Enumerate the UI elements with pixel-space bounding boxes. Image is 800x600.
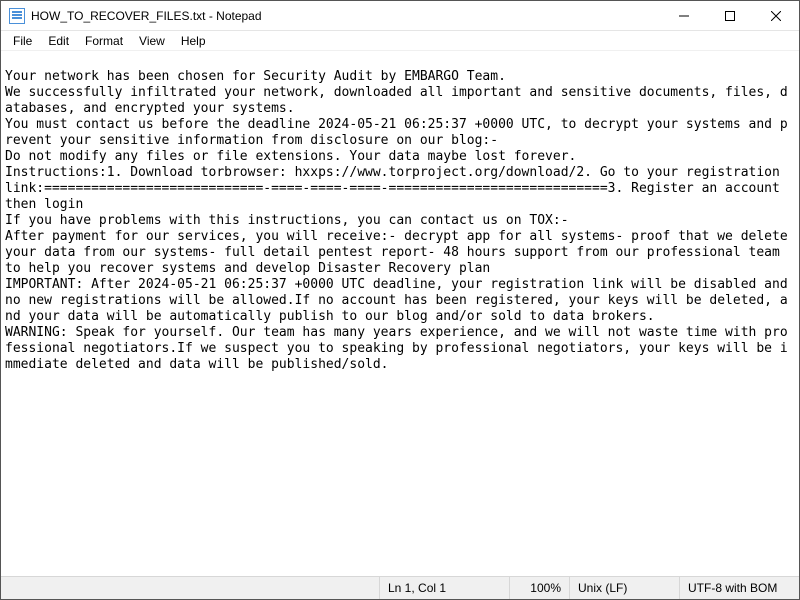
menu-file[interactable]: File — [5, 32, 40, 50]
status-position: Ln 1, Col 1 — [379, 577, 509, 599]
menu-view[interactable]: View — [131, 32, 173, 50]
editor-area: Your network has been chosen for Securit… — [1, 51, 799, 576]
status-bar: Ln 1, Col 1 100% Unix (LF) UTF-8 with BO… — [1, 576, 799, 599]
menu-help[interactable]: Help — [173, 32, 214, 50]
close-icon — [771, 11, 781, 21]
notepad-icon — [9, 8, 25, 24]
status-zoom: 100% — [509, 577, 569, 599]
status-eol: Unix (LF) — [569, 577, 679, 599]
window-title: HOW_TO_RECOVER_FILES.txt - Notepad — [31, 9, 262, 23]
maximize-icon — [725, 11, 735, 21]
menu-format[interactable]: Format — [77, 32, 131, 50]
minimize-icon — [679, 11, 689, 21]
text-editor[interactable]: Your network has been chosen for Securit… — [1, 51, 799, 576]
menu-edit[interactable]: Edit — [40, 32, 77, 50]
title-bar: HOW_TO_RECOVER_FILES.txt - Notepad — [1, 1, 799, 31]
status-encoding: UTF-8 with BOM — [679, 577, 799, 599]
status-spacer — [1, 577, 379, 599]
close-button[interactable] — [753, 1, 799, 31]
maximize-button[interactable] — [707, 1, 753, 31]
menu-bar: File Edit Format View Help — [1, 31, 799, 51]
minimize-button[interactable] — [661, 1, 707, 31]
notepad-window: HOW_TO_RECOVER_FILES.txt - Notepad File … — [0, 0, 800, 600]
